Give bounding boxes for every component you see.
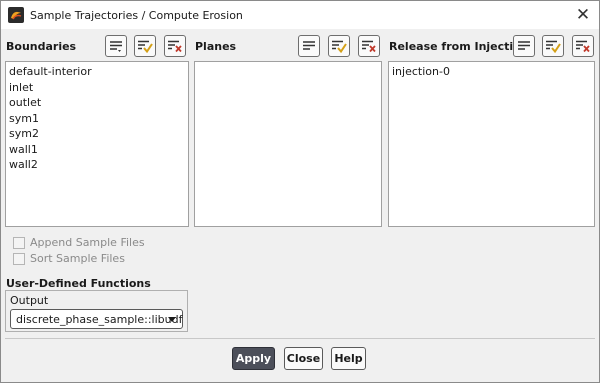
boundaries-select-menu-button[interactable] <box>105 35 127 57</box>
planes-deselect-all-button[interactable] <box>358 35 380 57</box>
injections-select-menu-button[interactable] <box>513 35 535 57</box>
chevron-down-icon <box>168 317 176 322</box>
list-item[interactable]: injection-0 <box>392 64 591 80</box>
help-button[interactable]: Help <box>331 347 366 370</box>
boundaries-deselect-all-button[interactable] <box>164 35 186 57</box>
list-item[interactable]: default-interior <box>9 64 185 80</box>
sort-sample-files-checkbox[interactable] <box>13 252 25 265</box>
window-title: Sample Trajectories / Compute Erosion <box>30 8 243 22</box>
select-all-icon <box>546 40 561 53</box>
boundaries-list[interactable]: default-interior inlet outlet sym1 sym2 … <box>5 61 189 227</box>
select-all-icon <box>138 40 153 53</box>
boundaries-label: Boundaries <box>6 40 77 53</box>
output-group: Output discrete_phase_sample::libudf <box>5 290 188 332</box>
planes-select-all-button[interactable] <box>328 35 350 57</box>
output-label: Output <box>10 294 49 307</box>
planes-list[interactable] <box>194 61 382 227</box>
sort-sample-files-label: Sort Sample Files <box>30 252 125 265</box>
output-dropdown[interactable]: discrete_phase_sample::libudf <box>10 309 183 329</box>
sort-sample-files-option[interactable]: Sort Sample Files <box>13 252 125 265</box>
footer-divider <box>5 338 595 339</box>
list-item[interactable]: wall1 <box>9 142 185 158</box>
select-all-icon <box>332 40 347 53</box>
list-options-icon <box>110 41 122 52</box>
list-item[interactable]: sym1 <box>9 111 185 127</box>
list-item[interactable]: outlet <box>9 95 185 111</box>
deselect-all-icon <box>576 40 590 53</box>
list-options-icon <box>518 41 530 50</box>
udf-section-label: User-Defined Functions <box>6 277 151 290</box>
close-button[interactable]: Close <box>284 347 323 370</box>
planes-select-menu-button[interactable] <box>298 35 320 57</box>
deselect-all-icon <box>168 40 182 53</box>
list-options-icon <box>303 41 315 50</box>
fluent-app-icon <box>8 7 24 23</box>
append-sample-files-checkbox[interactable] <box>13 236 25 249</box>
deselect-all-icon <box>362 40 376 53</box>
title-bar: Sample Trajectories / Compute Erosion ✕ <box>1 1 599 29</box>
boundaries-select-all-button[interactable] <box>134 35 156 57</box>
injections-deselect-all-button[interactable] <box>572 35 594 57</box>
list-item[interactable]: sym2 <box>9 126 185 142</box>
output-dropdown-value: discrete_phase_sample::libudf <box>16 312 183 326</box>
apply-button[interactable]: Apply <box>232 347 275 370</box>
list-item[interactable]: inlet <box>9 80 185 96</box>
close-icon[interactable]: ✕ <box>573 5 593 25</box>
list-item[interactable]: wall2 <box>9 157 185 173</box>
injections-select-all-button[interactable] <box>542 35 564 57</box>
injections-list[interactable]: injection-0 <box>388 61 595 227</box>
planes-label: Planes <box>195 40 237 53</box>
sample-trajectories-dialog: Sample Trajectories / Compute Erosion ✕ … <box>0 0 600 383</box>
append-sample-files-option[interactable]: Append Sample Files <box>13 236 145 249</box>
append-sample-files-label: Append Sample Files <box>30 236 145 249</box>
